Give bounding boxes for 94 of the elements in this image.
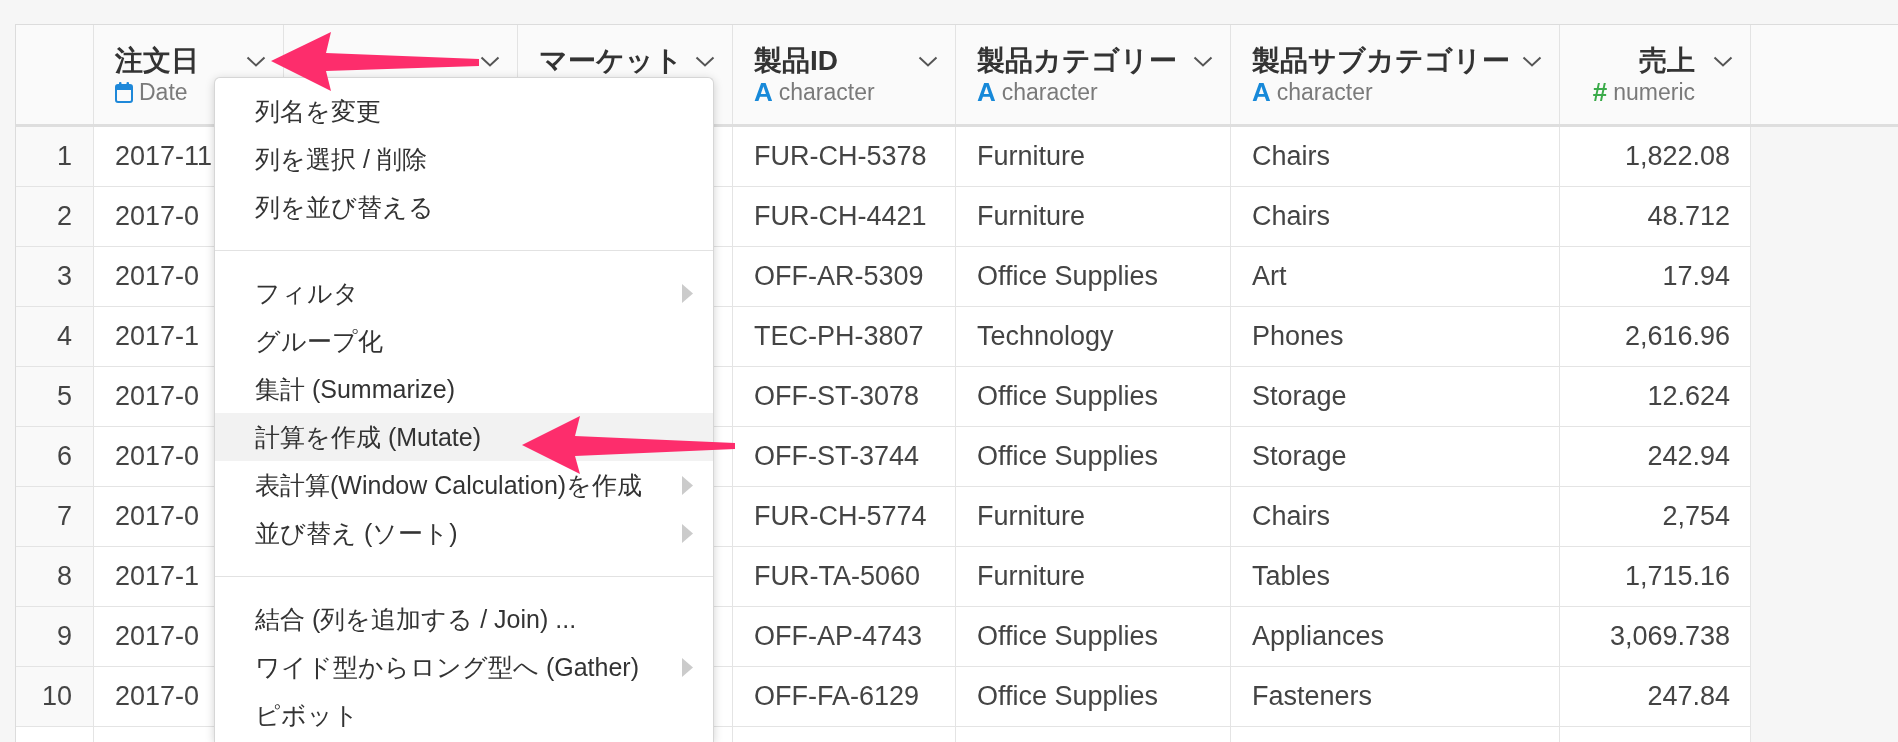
column-title: 注文日 xyxy=(115,44,199,78)
column-title: 製品サブカテゴリー xyxy=(1252,44,1510,78)
date-value: 2017-1 xyxy=(115,561,200,592)
number-value: 17.94 xyxy=(1662,261,1730,292)
row-number: 4 xyxy=(16,307,94,366)
date-value: 2017-11 xyxy=(115,141,213,172)
text-value: Furniture xyxy=(977,501,1086,532)
column-type: numeric xyxy=(1613,78,1695,106)
menu-item[interactable]: 結合 (列を追加する / Join) ... xyxy=(215,595,713,643)
type-glyph: A xyxy=(1252,78,1271,106)
chevron-down-icon[interactable] xyxy=(918,55,938,67)
number-value: 242.94 xyxy=(1647,441,1730,472)
text-value: Chairs xyxy=(1252,141,1331,172)
text-value: Office Supplies xyxy=(977,681,1159,712)
text-value: OFF-AP-4743 xyxy=(754,621,923,652)
date-value: 2017-0 xyxy=(115,201,200,232)
type-glyph: A xyxy=(754,78,773,106)
calendar-icon xyxy=(115,81,133,103)
row-number: 3 xyxy=(16,247,94,306)
date-value: 2017-0 xyxy=(115,501,200,532)
type-glyph: A xyxy=(977,78,996,106)
text-value: Chairs xyxy=(1252,201,1331,232)
row-number: 10 xyxy=(16,667,94,726)
date-value: 2017-0 xyxy=(115,621,200,652)
row-number: 1 xyxy=(16,127,94,186)
number-value: 48.712 xyxy=(1647,201,1730,232)
column-type: character xyxy=(778,78,875,106)
text-value: Phones xyxy=(1252,321,1344,352)
chevron-down-icon[interactable] xyxy=(1522,55,1542,67)
text-value: OFF-AR-5309 xyxy=(754,261,924,292)
date-value: 2017-0 xyxy=(115,381,200,412)
text-value: Tables xyxy=(1252,561,1331,592)
text-value: OFF-FA-6129 xyxy=(754,681,920,712)
menu-item[interactable]: 列を選択 / 削除 xyxy=(215,135,713,183)
chevron-down-icon[interactable] xyxy=(695,55,715,67)
menu-item[interactable]: ピボット xyxy=(215,691,713,739)
menu-item[interactable]: 集計 (Summarize) xyxy=(215,365,713,413)
menu-item[interactable]: フィルタ xyxy=(215,269,713,317)
date-value: 2017-0 xyxy=(115,261,200,292)
column-type: Date xyxy=(139,78,188,106)
menu-item[interactable]: ワイド型からロング型へ (Gather) xyxy=(215,643,713,691)
number-value: 3,069.738 xyxy=(1609,621,1730,652)
menu-item[interactable]: 列を並び替える xyxy=(215,183,713,231)
text-value: Technology xyxy=(977,321,1114,352)
text-value: FUR-CH-5378 xyxy=(754,141,927,172)
column-title: 製品カテゴリー xyxy=(977,44,1177,78)
text-value: Furniture xyxy=(977,561,1086,592)
chevron-down-icon[interactable] xyxy=(1713,55,1733,67)
row-number: 8 xyxy=(16,547,94,606)
column-title: マーケット xyxy=(539,44,683,78)
text-value: Furniture xyxy=(977,201,1086,232)
number-value: 247.84 xyxy=(1647,681,1730,712)
chevron-down-icon[interactable] xyxy=(1193,55,1213,67)
number-value: 2,754 xyxy=(1662,501,1730,532)
column-title: 製品ID xyxy=(754,44,838,78)
row-number: 7 xyxy=(16,487,94,546)
text-value: Furniture xyxy=(977,141,1086,172)
number-value: 2,616.96 xyxy=(1624,321,1730,352)
text-value: Office Supplies xyxy=(977,621,1159,652)
text-value: FUR-CH-5774 xyxy=(754,501,927,532)
date-value: 2017-0 xyxy=(115,441,200,472)
row-number: 6 xyxy=(16,427,94,486)
chevron-down-icon[interactable] xyxy=(480,55,500,67)
column-title: 売上 xyxy=(1639,44,1695,78)
text-value: FUR-TA-5060 xyxy=(754,561,921,592)
text-value: Fasteners xyxy=(1252,681,1373,712)
type-glyph: # xyxy=(1592,78,1608,106)
date-value: 2017-0 xyxy=(115,681,200,712)
text-value: Storage xyxy=(1252,381,1347,412)
date-value: 2017-1 xyxy=(115,321,200,352)
menu-item[interactable]: 並び替え (ソート) xyxy=(215,509,713,557)
row-number: 9 xyxy=(16,607,94,666)
menu-item[interactable]: 表計算(Window Calculation)を作成 xyxy=(215,461,713,509)
row-number: 2 xyxy=(16,187,94,246)
number-value: 1,715.16 xyxy=(1624,561,1730,592)
text-value: FUR-CH-4421 xyxy=(754,201,927,232)
text-value: OFF-ST-3744 xyxy=(754,441,920,472)
menu-item[interactable]: 列名を変更 xyxy=(215,87,713,135)
number-value: 1,822.08 xyxy=(1624,141,1730,172)
text-value: Storage xyxy=(1252,441,1347,472)
menu-item[interactable]: グループ化 xyxy=(215,317,713,365)
chevron-down-icon[interactable] xyxy=(246,55,266,67)
text-value: Office Supplies xyxy=(977,381,1159,412)
text-value: Office Supplies xyxy=(977,261,1159,292)
row-number: 5 xyxy=(16,367,94,426)
column-type: character xyxy=(1001,78,1098,106)
text-value: Chairs xyxy=(1252,501,1331,532)
column-type: character xyxy=(1276,78,1373,106)
number-value: 12.624 xyxy=(1647,381,1730,412)
text-value: Office Supplies xyxy=(977,441,1159,472)
text-value: Art xyxy=(1252,261,1287,292)
text-value: OFF-ST-3078 xyxy=(754,381,920,412)
text-value: Appliances xyxy=(1252,621,1385,652)
text-value: TEC-PH-3807 xyxy=(754,321,924,352)
